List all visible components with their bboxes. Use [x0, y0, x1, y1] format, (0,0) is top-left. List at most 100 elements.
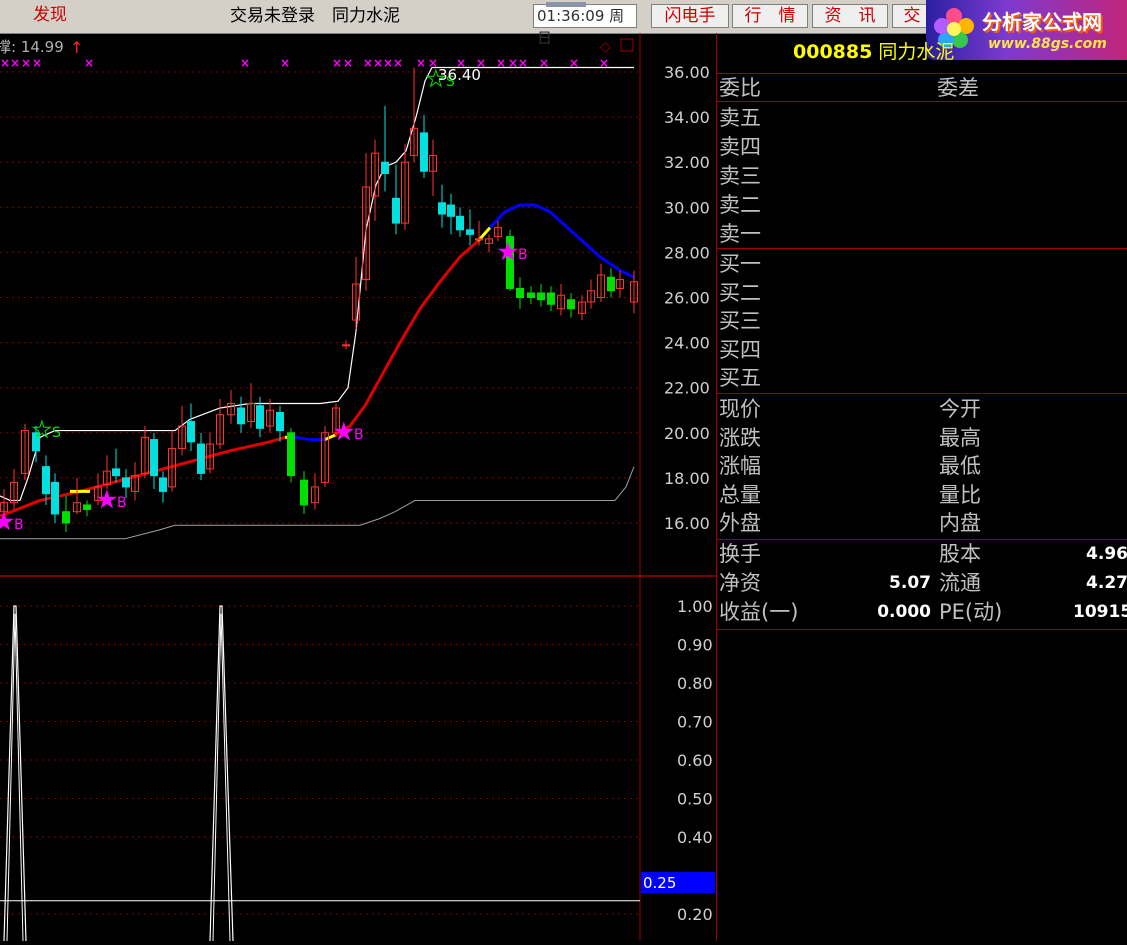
candle-body — [466, 229, 474, 235]
sell-level-label: 卖四 — [719, 135, 761, 159]
buy-signal-label: B — [354, 427, 364, 443]
buy-level-label: 买一 — [719, 252, 761, 276]
candle-body — [276, 412, 284, 432]
candle-body — [447, 204, 455, 217]
candle-body — [456, 215, 464, 231]
candle-body — [381, 161, 389, 174]
price-tick-label: 32.00 — [664, 153, 710, 172]
cross-marker: × — [416, 56, 426, 70]
order-ratio-label: 委比 — [719, 76, 761, 100]
osc-tick-label: 0.90 — [677, 636, 713, 655]
candle-body — [438, 202, 446, 215]
clock-scroll-handle[interactable] — [546, 2, 586, 7]
cross-marker: × — [240, 56, 250, 70]
buy-signal-label: B — [117, 495, 127, 511]
candle-body — [187, 421, 195, 443]
diamond-icon[interactable]: ◇ — [600, 39, 611, 55]
discover-button[interactable]: 发现 — [22, 4, 78, 28]
cross-marker: × — [21, 56, 31, 70]
stock-code: 000885 — [793, 41, 873, 63]
price-tick-label: 18.00 — [664, 469, 710, 488]
float-shares-label: 流通 — [939, 571, 981, 595]
candle-body — [567, 299, 575, 310]
price-tick-label: 30.00 — [664, 198, 710, 217]
turnover-label: 换手 — [719, 542, 761, 566]
candle-body — [392, 197, 400, 224]
price-grid: 36.00 34.00 32.00 30.00 28.00 26.00 24.00 22.00… — [0, 63, 710, 533]
price-tick-label: 20.00 — [664, 424, 710, 443]
indicator-lines — [0, 66, 635, 540]
candle-body — [527, 292, 535, 298]
clock-display: 01:36:09 周日 — [533, 2, 637, 47]
divider — [717, 73, 1127, 74]
share-capital-value: 4.96 — [1086, 544, 1127, 564]
sell-level-label: 卖二 — [719, 193, 761, 217]
divider — [717, 248, 1127, 249]
price-tick-label: 22.00 — [664, 379, 710, 398]
osc-tick-label: 0.50 — [677, 790, 713, 809]
window-title: 交易未登录 同力水泥 — [230, 6, 400, 26]
peak-price-label: 36.40 — [438, 66, 481, 84]
news-button[interactable]: 资 讯 — [812, 4, 888, 28]
stat-label: 涨跌 — [719, 425, 761, 450]
buy-signal-label: B — [518, 247, 528, 263]
candle-body — [62, 511, 70, 524]
stat-label: 总量 — [719, 482, 761, 507]
panel-toggle-icon[interactable] — [620, 38, 634, 52]
stock-header: 000885 同力水泥 — [793, 39, 954, 65]
cross-marker: × — [363, 56, 373, 70]
stat-label: 今开 — [939, 397, 981, 421]
net-asset-label: 净资 — [719, 571, 761, 595]
candle-body — [537, 292, 545, 301]
price-tick-label: 24.00 — [664, 334, 710, 353]
buy-level-label: 买二 — [719, 280, 761, 305]
sell-level-label: 卖三 — [719, 164, 761, 188]
sell-signal-star-icon: ★ — [32, 418, 52, 443]
cross-marker: × — [10, 56, 20, 70]
candlesticks — [0, 67, 638, 533]
price-tick-label: 16.00 — [664, 514, 710, 533]
osc-tick-label: 0.20 — [677, 905, 713, 924]
candle-body — [300, 479, 308, 506]
flash-trade-button[interactable]: 闪电手 — [651, 4, 729, 28]
kline-chart[interactable]: 36.00 34.00 32.00 30.00 28.00 26.00 24.00 22.00… — [0, 33, 716, 942]
candle-body — [547, 292, 555, 305]
cross-marker: × — [332, 56, 342, 70]
cross-marker: × — [343, 56, 353, 70]
cross-marker: × — [32, 56, 42, 70]
price-tick-label: 34.00 — [664, 108, 710, 127]
buy-signal-label: B — [14, 517, 24, 533]
price-tick-label: 26.00 — [664, 289, 710, 308]
divider — [717, 539, 1127, 540]
osc-tick-label: 0.70 — [677, 713, 713, 732]
buy-signal-star-icon: ★ — [334, 420, 354, 445]
candle-body — [83, 504, 91, 510]
candle-body — [51, 481, 59, 515]
buy-sell-signals: ★ B★ B★ B★ B★ S★ S — [0, 67, 528, 536]
price-tick-label: 28.00 — [664, 243, 710, 262]
chart-area: 36.00 34.00 32.00 30.00 28.00 26.00 24.00 22.00… — [0, 33, 716, 942]
candle-body — [42, 466, 50, 495]
buy-signal-star-icon: ★ — [97, 488, 117, 513]
market-button[interactable]: 行 情 — [732, 4, 808, 28]
sell-level-label: 卖五 — [719, 106, 761, 130]
cross-marker: × — [84, 56, 94, 70]
moving-average-blue — [294, 435, 325, 442]
buy-signal-star-icon: ★ — [498, 240, 518, 265]
cross-marker: × — [280, 56, 290, 70]
candle-body — [197, 443, 205, 474]
candle-body — [607, 276, 615, 292]
net-asset-value: 5.07 — [889, 573, 931, 593]
resist-line — [0, 66, 634, 502]
share-capital-label: 股本 — [939, 542, 981, 566]
cross-marker: × — [373, 56, 383, 70]
sell-signal-label: S — [52, 425, 61, 441]
oscillator-lines — [0, 605, 640, 942]
pe-label: PE(动) — [939, 600, 1003, 624]
divider — [717, 629, 1127, 630]
price-tick-label: 36.00 — [664, 63, 710, 82]
stat-label: 现价 — [719, 397, 761, 421]
oscillator-spike — [3, 605, 27, 942]
eps-label: 收益(一) — [719, 600, 799, 624]
eps-value: 0.000 — [877, 602, 931, 622]
